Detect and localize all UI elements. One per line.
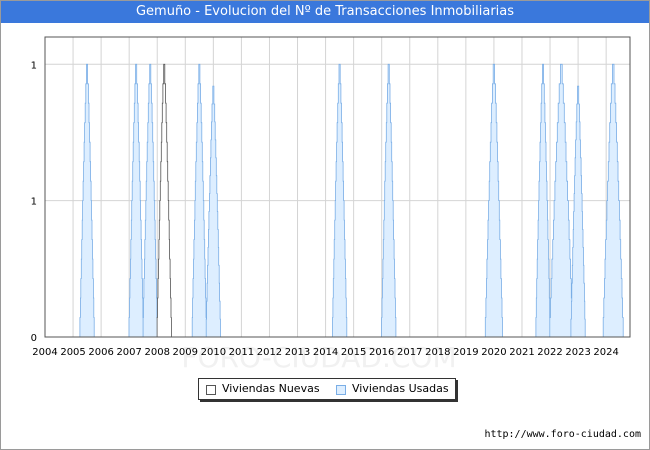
chart-plot: FORO-CIUDAD.COM 011 2004 2005 2006 2007 2008…: [31, 36, 631, 368]
x-tick-label: 2020: [481, 347, 506, 358]
y-tick-label: 1: [31, 60, 37, 71]
y-axis-ticks: 0 1 1: [31, 60, 37, 344]
source-url: http://www.foro-ciudad.com: [484, 429, 641, 440]
legend-label-nuevas: Viviendas Nuevas: [222, 382, 320, 395]
x-tick-label: 2013: [285, 347, 310, 358]
x-tick-label: 2023: [565, 347, 590, 358]
chart-title: Gemuño - Evolucion del Nº de Transaccion…: [1, 1, 649, 23]
x-tick-label: 2005: [60, 347, 85, 358]
x-tick-label: 2019: [453, 347, 478, 358]
x-tick-label: 2024: [593, 347, 618, 358]
x-tick-label: 2015: [341, 347, 366, 358]
x-tick-label: 2008: [145, 347, 170, 358]
peak-usadas: [205, 85, 221, 338]
y-tick-label: 1: [31, 197, 37, 208]
x-tick-label: 2004: [32, 347, 57, 358]
x-tick-label: 2007: [116, 347, 141, 358]
legend-swatch-nuevas: [206, 385, 216, 395]
x-tick-label: 2021: [509, 347, 534, 358]
x-tick-label: 2018: [425, 347, 450, 358]
x-tick-label: 2011: [229, 347, 254, 358]
chart-frame: Gemuño - Evolucion del Nº de Transaccion…: [0, 0, 650, 450]
x-tick-label: 2012: [257, 347, 282, 358]
legend-swatch-usadas: [336, 385, 346, 395]
x-axis-ticks: 2004 2005 2006 2007 2008 2009 2010 2011 2012 2013…: [32, 347, 619, 358]
x-tick-label: 2016: [369, 347, 394, 358]
legend-label-usadas: Viviendas Usadas: [352, 382, 449, 395]
peak-usadas: [570, 85, 586, 338]
y-tick-label: 0: [31, 333, 37, 344]
x-tick-label: 2010: [201, 347, 226, 358]
legend: Viviendas Nuevas Viviendas Usadas: [198, 378, 456, 400]
x-tick-label: 2022: [537, 347, 562, 358]
x-tick-label: 2014: [313, 347, 338, 358]
x-tick-label: 2017: [397, 347, 422, 358]
x-tick-label: 2009: [173, 347, 198, 358]
x-tick-label: 2006: [88, 347, 113, 358]
